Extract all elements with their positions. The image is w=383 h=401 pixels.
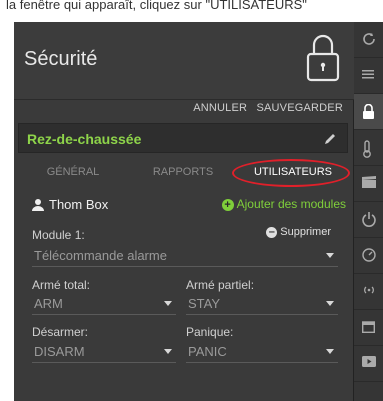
security-panel: Sécurité ANNULER SAUVEGARDER Rez-de-chau… <box>14 22 354 401</box>
tab-bar: GÉNÉRAL RAPPORTS UTILISATEURS <box>18 158 350 187</box>
chevron-down-icon <box>164 349 172 354</box>
rail-power[interactable] <box>354 202 383 238</box>
add-modules-label: Ajouter des modules <box>236 197 346 211</box>
disarm-value: DISARM <box>34 344 85 359</box>
tab-reports[interactable]: RAPPORTS <box>128 158 238 186</box>
gauge-icon <box>362 248 376 262</box>
module-type-select[interactable]: Télécommande alarme <box>32 245 338 267</box>
chevron-down-icon <box>326 349 334 354</box>
disarm-label: Désarmer: <box>32 325 89 339</box>
rail-refresh[interactable] <box>354 22 383 58</box>
armed-partial-value: STAY <box>188 296 221 311</box>
floor-name: Rez-de-chaussée <box>27 131 142 147</box>
user-row: Thom Box + Ajouter des modules <box>18 194 348 216</box>
panic-value: PANIC <box>188 344 227 359</box>
lock-icon <box>363 104 374 119</box>
side-rail <box>354 22 383 401</box>
chevron-down-icon <box>164 301 172 306</box>
armed-partial-select[interactable]: STAY <box>186 293 338 315</box>
armed-total-label: Armé total: <box>32 278 91 292</box>
menu-icon <box>362 70 374 79</box>
header-actions: ANNULER SAUVEGARDER <box>187 102 343 114</box>
rail-gauge[interactable] <box>354 238 383 274</box>
save-button[interactable]: SAUVEGARDER <box>256 102 343 114</box>
panel-header: Sécurité <box>14 22 354 100</box>
instruction-caption: la fenêtre qui apparaît, cliquez sur "UT… <box>0 0 383 22</box>
video-icon <box>362 356 376 367</box>
scene-icon <box>362 176 376 188</box>
rail-video[interactable] <box>354 346 383 382</box>
module-label: Module 1: <box>32 228 85 242</box>
chevron-down-icon <box>326 301 334 306</box>
lock-icon <box>306 34 340 82</box>
user-name: Thom Box <box>49 197 109 212</box>
armed-partial-label: Armé partiel: <box>186 278 255 292</box>
rail-wireless[interactable] <box>354 274 383 310</box>
panic-select[interactable]: PANIC <box>186 341 338 363</box>
delete-label: Supprimer <box>280 226 331 238</box>
tab-general[interactable]: GÉNÉRAL <box>18 158 128 186</box>
floor-row: Rez-de-chaussée <box>18 123 348 153</box>
power-icon <box>362 212 376 227</box>
add-modules-button[interactable]: + Ajouter des modules <box>221 197 346 211</box>
delete-module-button[interactable]: – Supprimer <box>266 226 331 238</box>
rail-calendar[interactable] <box>354 310 383 346</box>
rail-security[interactable] <box>354 94 383 130</box>
highlight-circle <box>232 159 350 187</box>
armed-total-select[interactable]: ARM <box>32 293 176 315</box>
plus-icon: + <box>221 199 234 211</box>
panic-label: Panique: <box>186 325 234 339</box>
wireless-icon <box>364 286 374 294</box>
chevron-down-icon <box>326 253 334 258</box>
calendar-icon <box>362 321 375 333</box>
rail-menu[interactable] <box>354 58 383 94</box>
left-margin <box>0 22 14 401</box>
user-icon <box>32 199 44 211</box>
minus-icon: – <box>266 227 278 238</box>
pencil-icon[interactable] <box>323 132 337 146</box>
cancel-button[interactable]: ANNULER <box>193 102 247 114</box>
page-title: Sécurité <box>24 48 98 70</box>
rail-temperature[interactable] <box>354 130 383 166</box>
thermometer-icon <box>363 140 371 158</box>
disarm-select[interactable]: DISARM <box>32 341 176 363</box>
module-type-value: Télécommande alarme <box>34 248 167 263</box>
rail-scenes[interactable] <box>354 166 383 202</box>
armed-total-value: ARM <box>34 296 63 311</box>
refresh-icon <box>363 33 375 45</box>
